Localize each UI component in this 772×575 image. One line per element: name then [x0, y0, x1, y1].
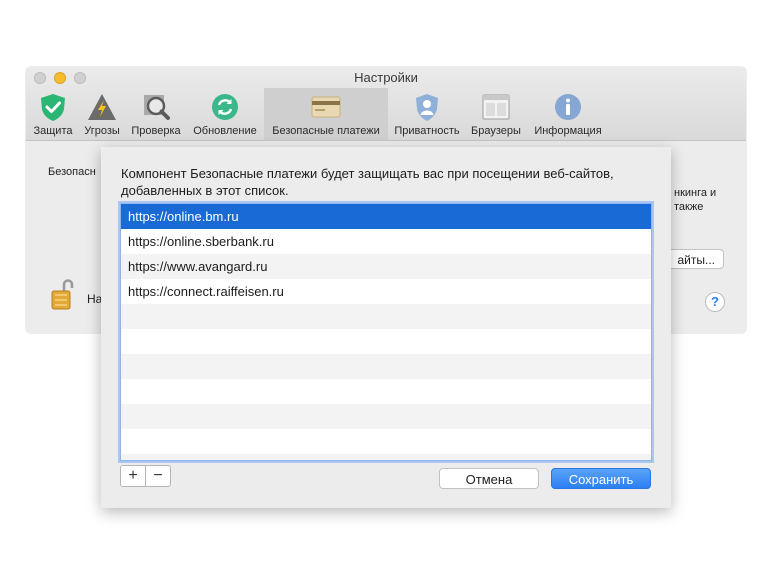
list-item[interactable]: https://www.avangard.ru: [121, 254, 651, 279]
empty-row: [121, 304, 651, 329]
description-line: также: [674, 201, 704, 213]
warning-triangle-icon: [88, 94, 116, 120]
cancel-button[interactable]: Отмена: [439, 468, 539, 489]
browser-window-icon: [482, 94, 510, 120]
tab-information[interactable]: Информация: [528, 88, 608, 140]
tab-browsers[interactable]: Браузеры: [464, 88, 528, 140]
tab-label: Информация: [534, 125, 602, 137]
empty-row: [121, 429, 651, 454]
tab-label: Браузеры: [471, 125, 521, 137]
scan-magnifier-icon: [144, 95, 170, 120]
empty-row: [121, 329, 651, 354]
remove-site-button[interactable]: −: [145, 466, 170, 486]
window-title: Настройки: [354, 70, 418, 85]
empty-row: [121, 379, 651, 404]
add-site-button[interactable]: +: [121, 466, 145, 486]
tab-scan[interactable]: Проверка: [126, 88, 186, 140]
tab-label: Проверка: [131, 125, 181, 137]
tab-safe-money[interactable]: Безопасные платежи: [264, 88, 388, 140]
section-heading: Безопасн: [48, 166, 96, 178]
credit-card-icon: [311, 96, 341, 118]
tab-protection[interactable]: Защита: [28, 88, 78, 140]
description-line: нкинга и: [674, 187, 717, 199]
safe-sites-sheet: Компонент Безопасные платежи будет защищ…: [101, 147, 671, 508]
info-icon: [555, 94, 581, 120]
shield-check-icon: [41, 94, 65, 121]
tab-label: Защита: [33, 125, 73, 137]
tab-label: Обновление: [193, 125, 257, 137]
empty-row: [121, 454, 651, 460]
privacy-person-icon: [416, 94, 438, 121]
update-refresh-icon: [212, 94, 238, 120]
empty-row: [121, 404, 651, 429]
titlebar: Настройки Защита Угрозы Проверка Обновле…: [26, 67, 746, 141]
sites-list[interactable]: https://online.bm.ru https://online.sber…: [120, 203, 652, 461]
tab-label: Угрозы: [84, 125, 120, 137]
tab-threats[interactable]: Угрозы: [78, 88, 126, 140]
list-item[interactable]: https://online.sberbank.ru: [121, 229, 651, 254]
list-item[interactable]: https://online.bm.ru: [121, 204, 651, 229]
empty-row: [121, 354, 651, 379]
section-description: нкинга и также: [674, 186, 716, 214]
add-remove-control: + −: [120, 465, 171, 487]
tab-update[interactable]: Обновление: [186, 88, 264, 140]
help-button[interactable]: ?: [705, 292, 725, 312]
list-item[interactable]: https://connect.raiffeisen.ru: [121, 279, 651, 304]
unlocked-padlock-icon[interactable]: [50, 277, 74, 311]
tab-label: Безопасные платежи: [272, 125, 380, 137]
save-button[interactable]: Сохранить: [551, 468, 651, 489]
sheet-message: Компонент Безопасные платежи будет защищ…: [121, 166, 614, 198]
tab-label: Приватность: [394, 125, 460, 137]
tab-privacy[interactable]: Приватность: [390, 88, 464, 140]
